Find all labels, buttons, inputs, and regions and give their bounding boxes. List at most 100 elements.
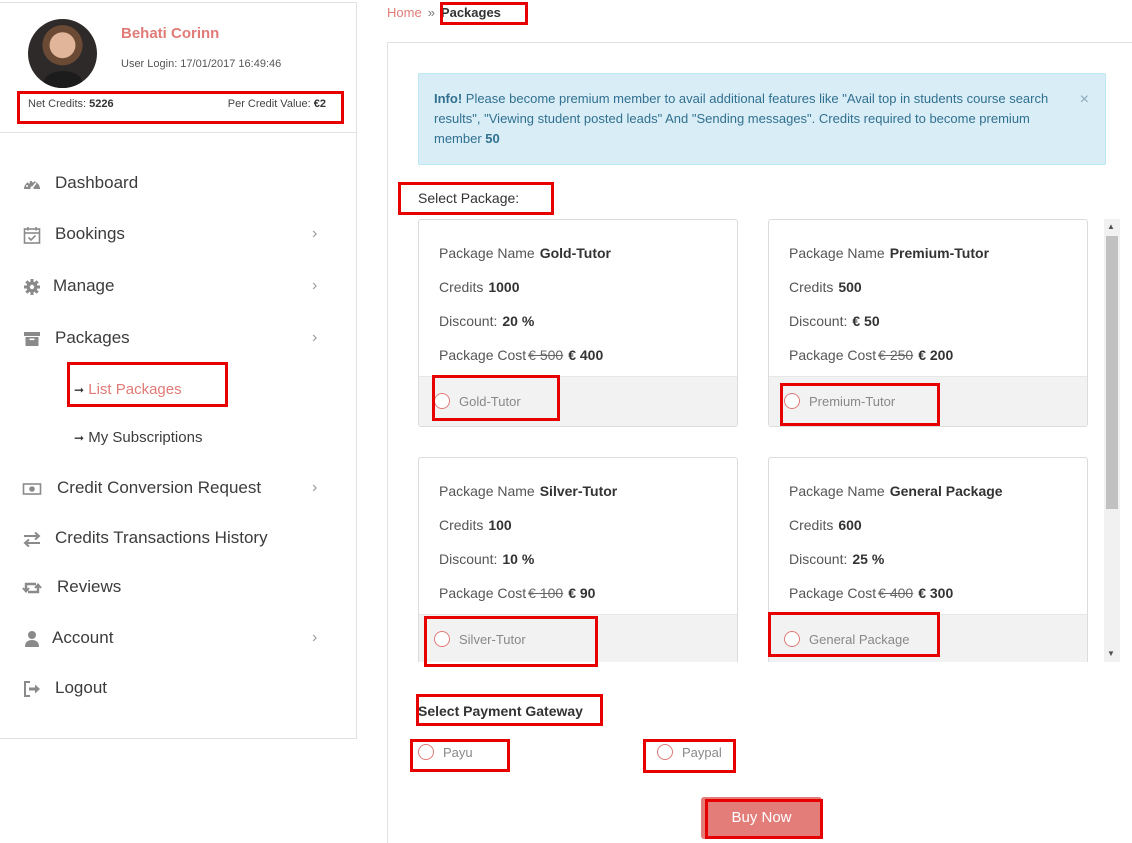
money-icon (22, 483, 42, 495)
scrollbar-thumb[interactable] (1106, 236, 1118, 509)
info-alert: Info! Please become premium member to av… (418, 73, 1106, 165)
alert-credits: 50 (485, 131, 500, 146)
paypal-radio-label[interactable]: Paypal (682, 745, 722, 760)
package-list: Package Name Gold-Tutor Credits 1000 Disco… (418, 219, 1118, 662)
package-radio-label[interactable]: Silver-Tutor (459, 632, 526, 647)
close-icon[interactable]: × (1080, 90, 1089, 110)
dashboard-icon (24, 180, 40, 190)
user-icon (25, 631, 39, 647)
package-name-value: Gold-Tutor (539, 245, 611, 261)
discount-label: Discount: (789, 551, 848, 567)
breadcrumb-current: Packages (440, 5, 501, 20)
avatar (28, 19, 97, 88)
sidebar-item-label: Manage (53, 276, 115, 295)
sidebar-item-reviews[interactable]: Reviews (0, 568, 356, 608)
arrow-right-icon: ➞ (74, 431, 85, 445)
package-card: Package Name Silver-Tutor Credits 100 Disc… (418, 457, 738, 662)
package-name-label: Package Name (439, 483, 535, 499)
net-credits-label: Net Credits: (28, 98, 87, 110)
package-card: Package Name Gold-Tutor Credits 1000 Disco… (418, 219, 738, 427)
package-select-footer: General Package (769, 614, 1087, 662)
package-name-value: Silver-Tutor (539, 483, 618, 499)
package-radio[interactable] (784, 393, 800, 409)
cost-label: Package Cost (439, 347, 527, 363)
chevron-right-icon: › (312, 479, 318, 496)
cost-value: € 200 (918, 347, 954, 363)
old-cost: € 250 (878, 347, 914, 363)
cost-label: Package Cost (439, 585, 527, 601)
sidebar-item-logout[interactable]: Logout (0, 669, 356, 709)
subitem-label: List Packages (88, 381, 182, 398)
package-name-row: Package Name Premium-Tutor (789, 245, 989, 261)
sidebar-item-label: Credit Conversion Request (57, 478, 262, 497)
package-name-value: General Package (889, 483, 1003, 499)
paypal-radio[interactable] (657, 744, 673, 760)
discount-label: Discount: (789, 313, 848, 329)
select-payment-gateway-label: Select Payment Gateway (418, 703, 583, 719)
package-radio-label[interactable]: Gold-Tutor (459, 394, 521, 409)
discount-label: Discount: (439, 313, 498, 329)
chevron-right-icon: › (312, 225, 318, 242)
package-radio-label[interactable]: General Package (809, 632, 909, 647)
package-cost-row: Package Cost € 250 € 200 (789, 347, 953, 363)
cost-value: € 300 (918, 585, 954, 601)
package-discount-row: Discount: 10 % (439, 551, 534, 567)
payu-radio-label[interactable]: Payu (443, 745, 473, 760)
package-name-row: Package Name Silver-Tutor (439, 483, 617, 499)
package-name-value: Premium-Tutor (889, 245, 990, 261)
discount-value: 25 % (852, 551, 885, 567)
sidebar-item-label: Credits Transactions History (55, 528, 268, 547)
sidebar-subitem-list-packages[interactable]: ➞ List Packages (74, 381, 182, 398)
sidebar-item-packages[interactable]: Packages › (0, 319, 356, 359)
sidebar-item-bookings[interactable]: Bookings › (0, 215, 356, 255)
package-select-footer: Silver-Tutor (419, 614, 737, 662)
package-radio[interactable] (784, 631, 800, 647)
credits-value: 1000 (488, 279, 520, 295)
cost-label: Package Cost (789, 585, 877, 601)
breadcrumb: Home » Packages (387, 5, 501, 20)
package-name-row: Package Name General Package (789, 483, 1003, 499)
per-credit-label: Per Credit Value: (227, 98, 311, 110)
breadcrumb-home-link[interactable]: Home (387, 5, 422, 20)
sign-out-icon (24, 681, 40, 697)
cost-label: Package Cost (789, 347, 877, 363)
chevron-right-icon: › (312, 629, 318, 646)
discount-label: Discount: (439, 551, 498, 567)
user-login-time: User Login: 17/01/2017 16:49:46 (121, 58, 282, 70)
package-discount-row: Discount: 20 % (439, 313, 534, 329)
sidebar-item-account[interactable]: Account › (0, 619, 356, 659)
discount-value: 10 % (502, 551, 535, 567)
scroll-down-icon[interactable]: ▼ (1107, 649, 1115, 658)
package-radio[interactable] (434, 393, 450, 409)
alert-text: Please become premium member to avail ad… (434, 91, 1049, 146)
sidebar-item-dashboard[interactable]: Dashboard (0, 164, 356, 204)
payu-radio[interactable] (418, 744, 434, 760)
credits-label: Credits (439, 517, 484, 533)
package-list-scrollbar[interactable]: ▲ ▼ (1104, 219, 1120, 662)
user-name[interactable]: Behati Corinn (121, 25, 219, 42)
package-select-footer: Premium-Tutor (769, 376, 1087, 426)
credits-label: Credits (789, 517, 834, 533)
gear-icon (24, 279, 40, 295)
per-credit-amount: €2 (313, 98, 326, 110)
package-cost-row: Package Cost € 500 € 400 (439, 347, 603, 363)
sidebar-item-transactions-history[interactable]: Credits Transactions History (0, 519, 356, 559)
discount-value: 20 % (502, 313, 535, 329)
sidebar-item-label: Account (52, 628, 114, 647)
package-select-footer: Gold-Tutor (419, 376, 737, 426)
sidebar-item-manage[interactable]: Manage › (0, 267, 356, 307)
package-radio-label[interactable]: Premium-Tutor (809, 394, 895, 409)
sidebar-item-credit-conversion[interactable]: Credit Conversion Request › (0, 469, 356, 509)
package-discount-row: Discount: € 50 (789, 313, 880, 329)
package-radio[interactable] (434, 631, 450, 647)
cost-value: € 400 (568, 347, 604, 363)
chevron-right-icon: › (312, 277, 318, 294)
sidebar-item-label: Logout (55, 678, 107, 697)
sidebar-subitem-my-subscriptions[interactable]: ➞ My Subscriptions (74, 429, 202, 446)
scroll-up-icon[interactable]: ▲ (1107, 222, 1115, 231)
credits-value: 600 (838, 517, 862, 533)
sidebar-item-label: Bookings (55, 224, 125, 243)
package-credits-row: Credits 1000 (439, 279, 520, 295)
buy-now-button[interactable]: Buy Now (701, 797, 822, 839)
package-cost-row: Package Cost € 100 € 90 (439, 585, 595, 601)
